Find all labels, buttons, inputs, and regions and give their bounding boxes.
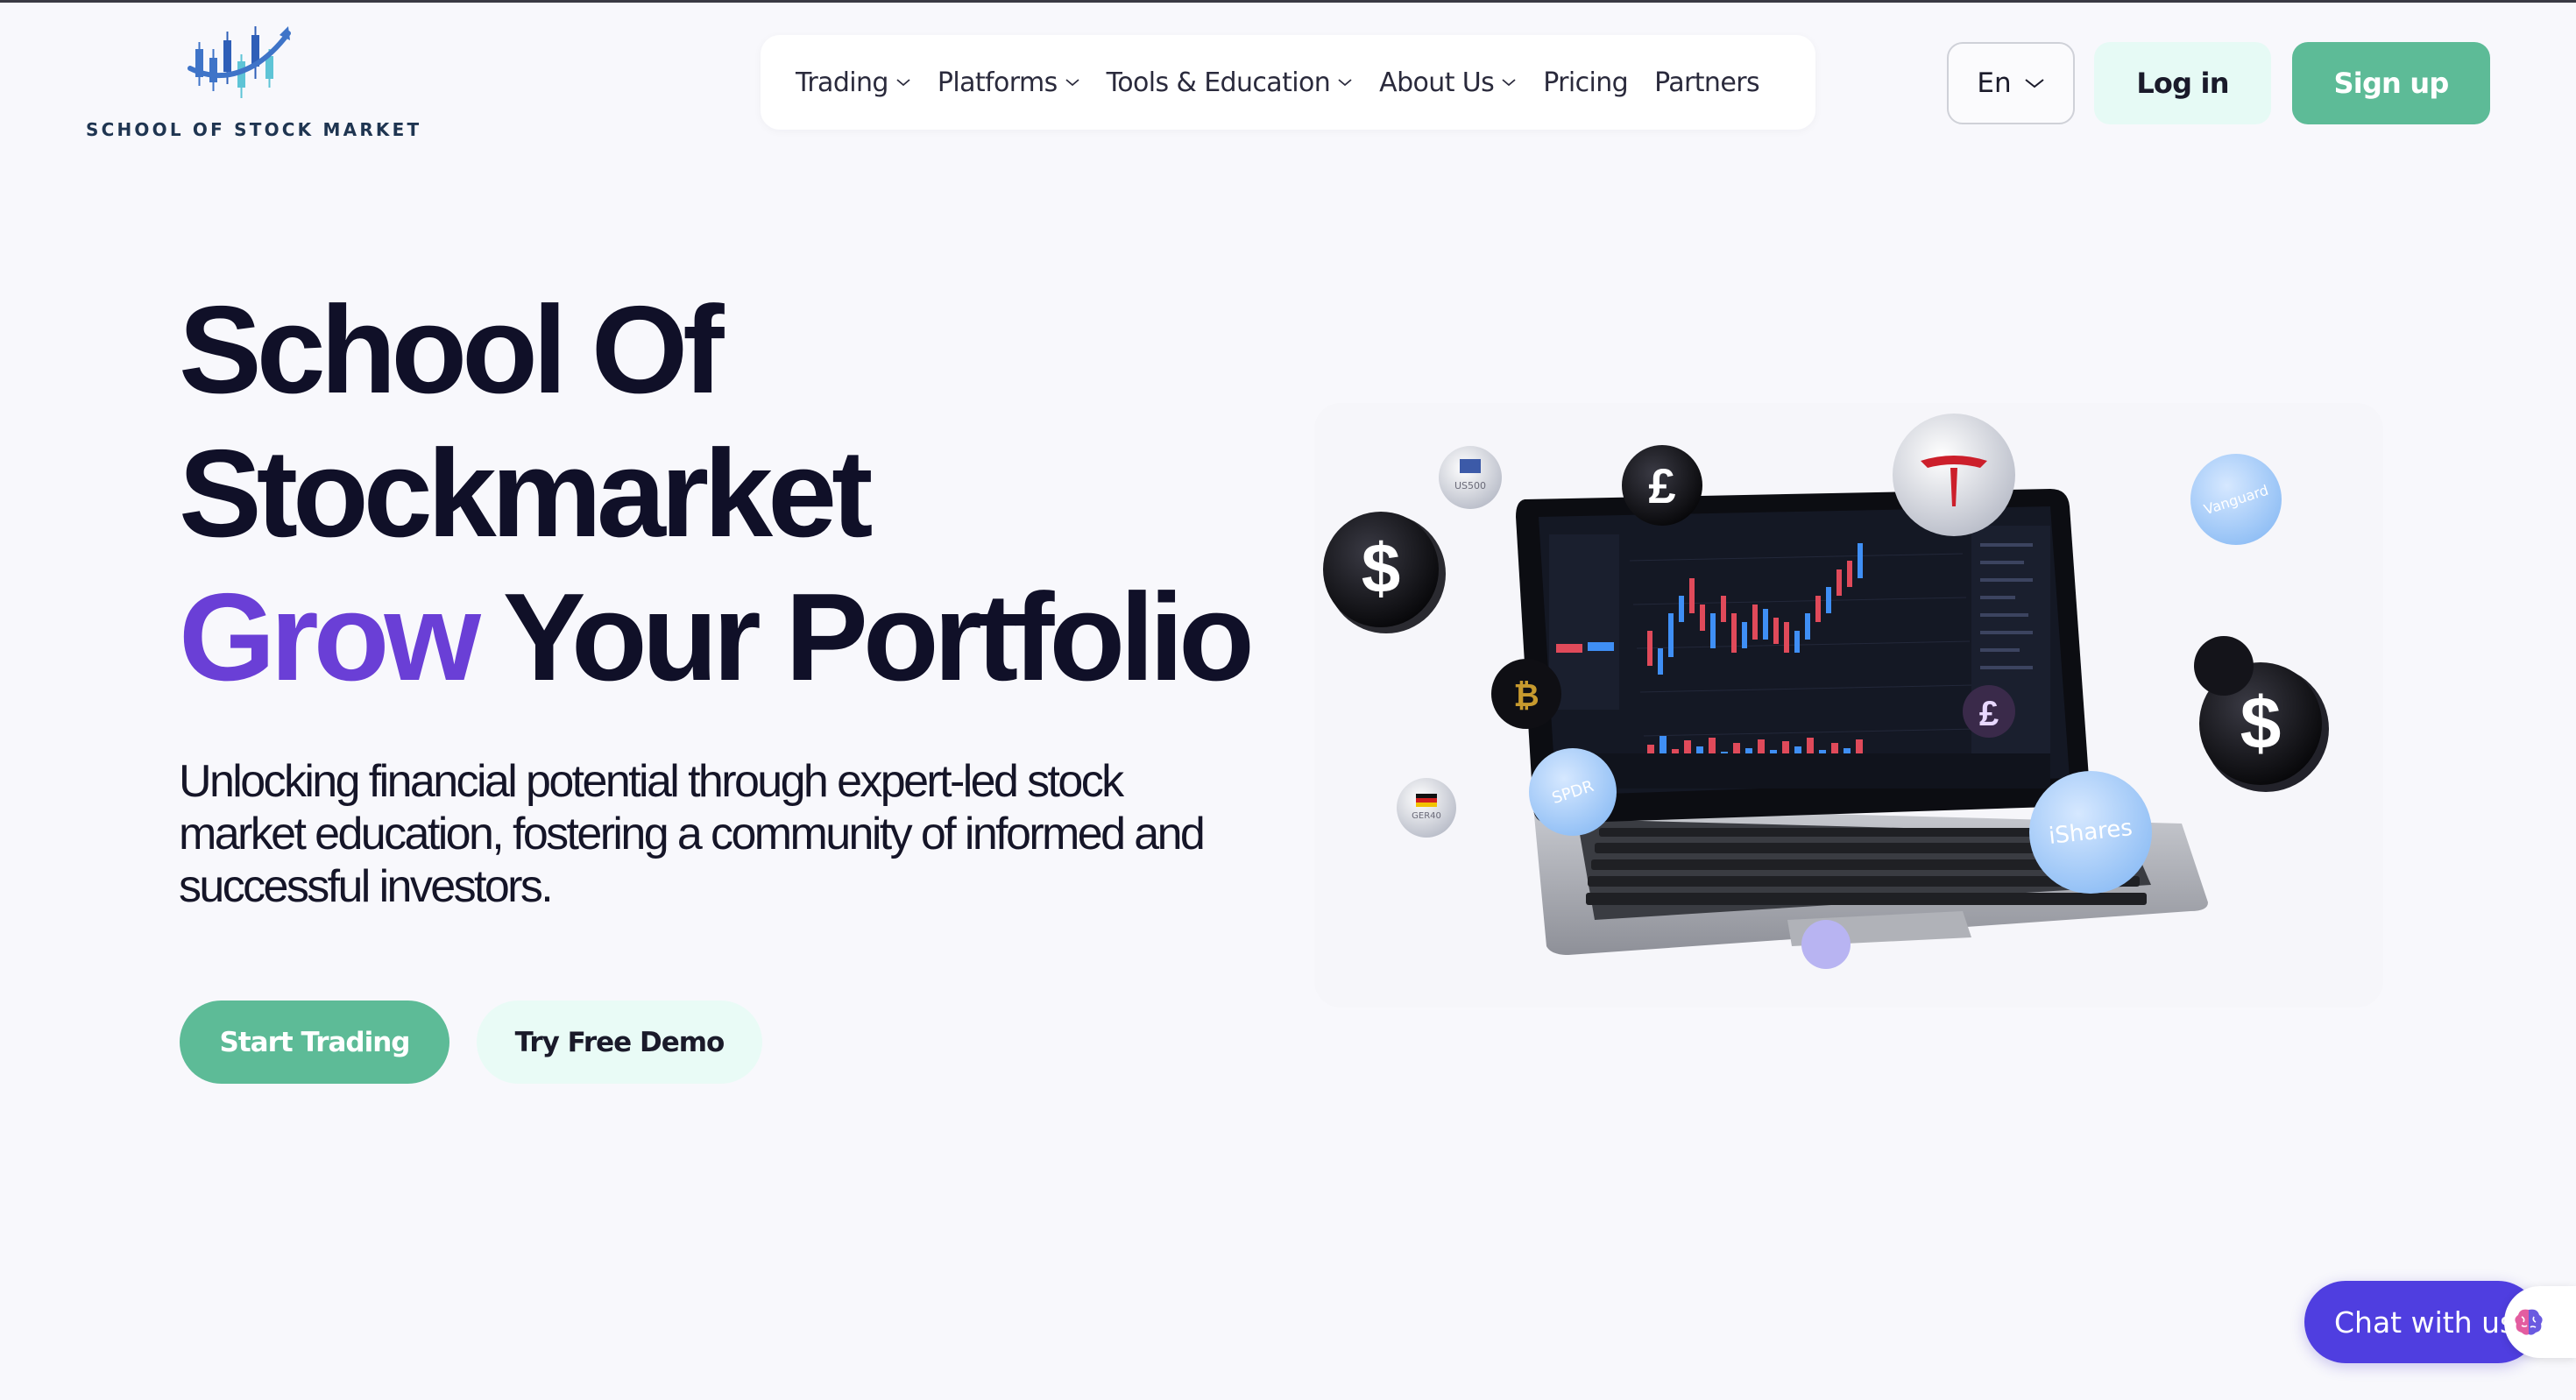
chevron-down-icon: [1065, 79, 1079, 87]
chevron-down-icon: [2024, 79, 2044, 88]
chevron-down-icon: [896, 79, 910, 87]
hero-title: School Of Stockmarket Grow Your Portfoli…: [179, 279, 1318, 710]
brand-name: SCHOOL OF STOCK MARKET: [86, 119, 422, 140]
hero-subtitle: Unlocking financial potential through ex…: [179, 756, 1206, 912]
nav-item-about-us[interactable]: About Us: [1379, 67, 1517, 98]
hero-title-line1: School Of: [179, 280, 725, 420]
tesla-coin-icon: [1893, 414, 2015, 536]
hero-illustration: $ $ £ £ ₿ US500 GER40 Vanguard SPDR iSha…: [1314, 403, 2383, 1008]
svg-text:₿: ₿: [1513, 677, 1539, 713]
signup-button[interactable]: Sign up: [2292, 42, 2490, 124]
coin-ger40-label: GER40: [1412, 811, 1441, 821]
coin-ishares: iShares: [2029, 771, 2152, 894]
coin-spdr: SPDR: [1529, 748, 1617, 836]
coin-us500-label: US500: [1454, 480, 1486, 491]
pound-coin-icon: [2194, 636, 2254, 696]
nav-item-label: About Us: [1379, 67, 1495, 98]
svg-text:£: £: [1979, 695, 1999, 733]
hero-title-rest: Your Portfolio: [475, 568, 1255, 707]
bitcoin-coin-icon: ₿: [1491, 659, 1561, 729]
nav-item-label: Platforms: [937, 67, 1058, 98]
try-free-demo-button[interactable]: Try Free Demo: [477, 1001, 762, 1084]
nav-item-pricing[interactable]: Pricing: [1543, 67, 1629, 98]
nav-item-tools-education[interactable]: Tools & Education: [1107, 67, 1354, 98]
brand-logo[interactable]: SCHOOL OF STOCK MARKET: [86, 23, 422, 145]
nav-item-trading[interactable]: Trading: [796, 67, 911, 98]
coin-us500: US500: [1439, 446, 1502, 509]
coin-vanguard: Vanguard: [2190, 454, 2282, 545]
nav-item-label: Trading: [796, 67, 888, 98]
nav-item-label: Pricing: [1543, 67, 1629, 98]
language-label: En: [1977, 67, 2012, 99]
svg-text:$: $: [2240, 682, 2282, 764]
login-button[interactable]: Log in: [2094, 42, 2271, 124]
start-trading-button[interactable]: Start Trading: [180, 1001, 449, 1084]
hero-title-line2: Stockmarket: [179, 424, 873, 563]
chevron-down-icon: [1502, 79, 1516, 87]
svg-text:£: £: [1648, 458, 1675, 513]
brain-icon: [2515, 1309, 2543, 1335]
window-top-border: [0, 0, 2576, 3]
nav-item-platforms[interactable]: Platforms: [938, 67, 1080, 98]
hero-title-accent: Grow: [179, 568, 481, 707]
chevron-down-icon: [1338, 79, 1352, 87]
nav-item-label: Partners: [1654, 67, 1759, 98]
main-nav: Trading Platforms Tools & Education Abou…: [761, 35, 1815, 130]
chat-launcher[interactable]: [2504, 1286, 2576, 1358]
language-select[interactable]: En: [1947, 42, 2075, 124]
nav-item-partners[interactable]: Partners: [1654, 67, 1759, 98]
coin-ger40: GER40: [1397, 778, 1456, 838]
pound-coin-icon: £: [1963, 685, 2015, 738]
pound-coin-icon: £: [1622, 445, 1702, 526]
nav-item-label: Tools & Education: [1106, 67, 1331, 98]
svg-text:$: $: [1362, 529, 1401, 607]
hero-title-line3: Grow Your Portfolio: [179, 566, 1318, 710]
candlestick-chart-logo-icon: [188, 26, 291, 98]
small-coin: [1801, 920, 1851, 969]
